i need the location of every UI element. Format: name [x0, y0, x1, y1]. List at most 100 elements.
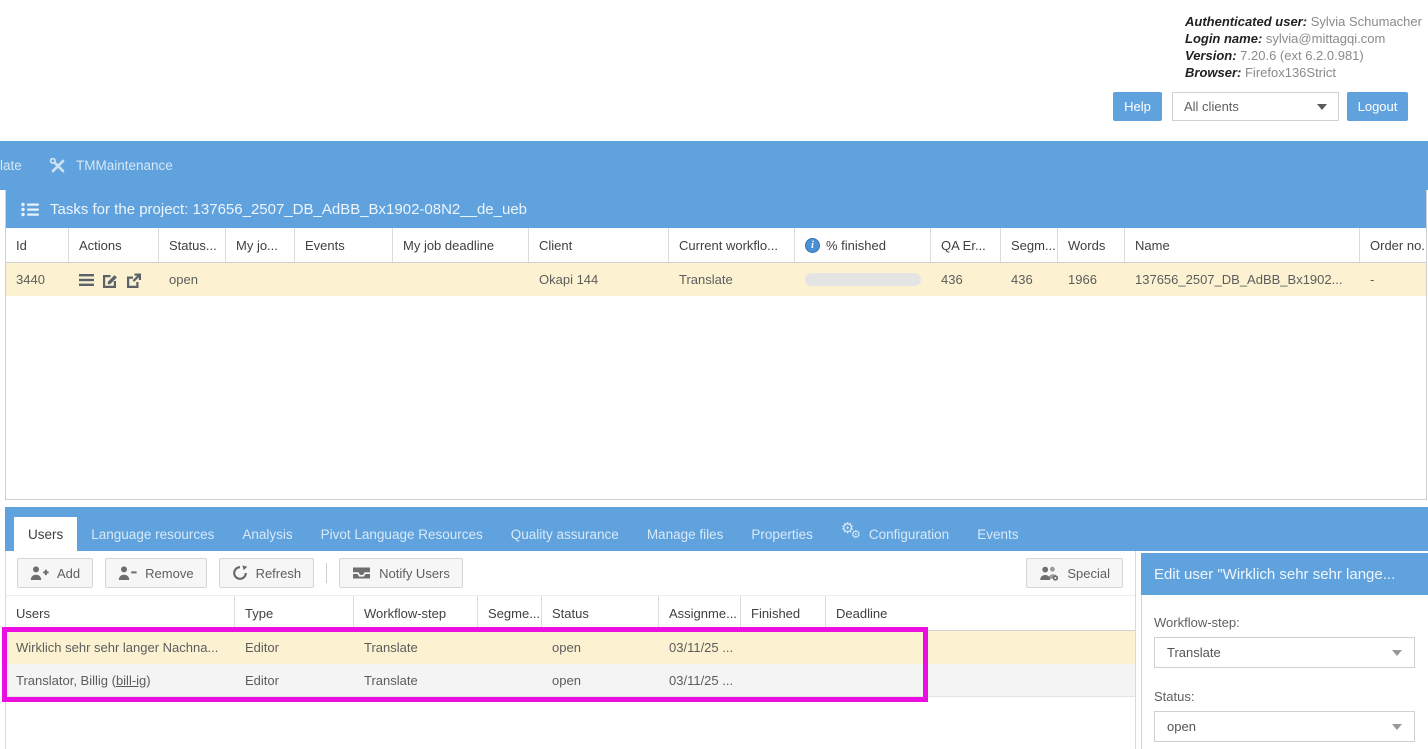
add-user-button[interactable]: Add — [17, 558, 93, 588]
column-header-type[interactable]: Type — [235, 596, 354, 630]
column-header-words[interactable]: Words — [1058, 228, 1125, 262]
user-add-icon — [30, 566, 49, 581]
column-header-assignment[interactable]: Assignme... — [659, 596, 741, 630]
notify-mail-icon — [352, 566, 371, 580]
user-segment-range-cell — [478, 664, 542, 696]
user-finished-cell — [741, 664, 826, 696]
column-header-name[interactable]: Name — [1125, 228, 1360, 262]
tab-manage-files[interactable]: Manage files — [633, 517, 738, 551]
tab-configuration[interactable]: ⚙⚙ Configuration — [827, 517, 963, 551]
user-row[interactable]: Translator, Billig (bill-ig) Editor Tran… — [6, 664, 1135, 697]
user-segment-range-cell — [478, 631, 542, 664]
chevron-down-icon — [1392, 650, 1402, 656]
login-name-value: sylvia@mittagqi.com — [1266, 31, 1385, 46]
workflow-step-value: Translate — [1167, 645, 1221, 660]
workflow-step-label: Workflow-step: — [1154, 615, 1240, 630]
column-header-percent-finished[interactable]: i % finished — [795, 228, 931, 262]
tab-users[interactable]: Users — [14, 517, 77, 551]
column-header-workflow-step[interactable]: Workflow-step — [354, 596, 478, 630]
tab-language-resources[interactable]: Language resources — [77, 517, 228, 551]
column-header-actions[interactable]: Actions — [69, 228, 159, 262]
menu-item-truncated-label: late — [0, 158, 22, 173]
user-login-link[interactable]: bill-ig — [116, 673, 146, 688]
user-type-cell: Editor — [235, 631, 354, 664]
refresh-button[interactable]: Refresh — [219, 558, 315, 588]
column-header-users[interactable]: Users — [6, 596, 235, 630]
tab-quality-assurance[interactable]: Quality assurance — [497, 517, 633, 551]
status-label: Status: — [1154, 689, 1415, 704]
logout-button[interactable]: Logout — [1347, 92, 1408, 121]
user-workflow-step-cell: Translate — [354, 631, 478, 664]
tab-events[interactable]: Events — [963, 517, 1032, 551]
users-group-gear-icon — [1039, 566, 1059, 581]
tools-icon — [48, 156, 68, 176]
session-browser-line: Browser: Firefox136Strict — [1185, 64, 1422, 81]
task-status-cell: open — [159, 263, 226, 296]
notify-users-button[interactable]: Notify Users — [339, 558, 463, 588]
tab-pivot-language-resources[interactable]: Pivot Language Resources — [307, 517, 497, 551]
finished-progress-bar — [805, 273, 921, 286]
column-header-id[interactable]: Id — [6, 228, 69, 262]
menu-item-tmmaintenance[interactable]: TMMaintenance — [48, 141, 173, 190]
column-header-finished[interactable]: Finished — [741, 596, 826, 630]
browser-value: Firefox136Strict — [1245, 65, 1336, 80]
user-remove-icon — [118, 566, 137, 581]
user-status-cell: open — [542, 664, 659, 696]
task-name-cell: 137656_2507_DB_AdBB_Bx1902... — [1125, 263, 1360, 296]
column-header-user-status[interactable]: Status — [542, 596, 659, 630]
user-type-cell: Editor — [235, 664, 354, 696]
column-header-segment-range[interactable]: Segme... — [478, 596, 542, 630]
column-header-my-job[interactable]: My jo... — [226, 228, 295, 262]
column-header-client[interactable]: Client — [529, 228, 669, 262]
user-name-cell: Wirklich sehr sehr langer Nachna... — [6, 631, 235, 664]
column-header-current-workflow[interactable]: Current workflo... — [669, 228, 795, 262]
column-header-segments[interactable]: Segm... — [1001, 228, 1058, 262]
tab-properties[interactable]: Properties — [737, 517, 827, 551]
task-actions-cell — [69, 263, 159, 296]
refresh-icon — [232, 565, 248, 581]
task-row[interactable]: 3440 open Okapi 144 Translate 4 — [6, 263, 1426, 296]
user-deadline-cell — [826, 664, 1135, 696]
column-header-my-job-deadline[interactable]: My job deadline — [393, 228, 529, 262]
column-header-status[interactable]: Status... — [159, 228, 226, 262]
tab-analysis[interactable]: Analysis — [228, 517, 306, 551]
user-status-cell: open — [542, 631, 659, 664]
user-assignment-cell: 03/11/25 ... — [659, 664, 741, 696]
user-assignment-cell: 03/11/25 ... — [659, 631, 741, 664]
session-auth-line: Authenticated user: Sylvia Schumacher — [1185, 13, 1422, 30]
task-id-cell: 3440 — [6, 263, 69, 296]
remove-user-button[interactable]: Remove — [105, 558, 206, 588]
auth-user-value: Sylvia Schumacher — [1311, 14, 1422, 29]
menu-item-truncated[interactable]: late — [0, 141, 22, 190]
info-icon: i — [805, 238, 820, 253]
task-open-external-icon[interactable] — [125, 272, 142, 288]
status-combo[interactable]: open — [1154, 711, 1415, 742]
workflow-step-combo[interactable]: Translate — [1154, 637, 1415, 668]
list-icon — [21, 202, 40, 217]
user-row-selected[interactable]: Wirklich sehr sehr langer Nachna... Edit… — [6, 631, 1135, 664]
users-grid-header: Users Type Workflow-step Segme... Status… — [6, 595, 1135, 631]
column-header-order-no[interactable]: Order no. — [1360, 228, 1426, 262]
column-header-events[interactable]: Events — [295, 228, 393, 262]
gears-icon: ⚙⚙ — [841, 524, 864, 544]
task-percent-finished-cell — [795, 263, 931, 296]
task-menu-icon[interactable] — [79, 274, 94, 286]
app-root: Authenticated user: Sylvia Schumacher Lo… — [0, 0, 1428, 749]
task-qa-errors-cell: 436 — [931, 263, 1001, 296]
version-value: 7.20.6 (ext 6.2.0.981) — [1240, 48, 1364, 63]
client-filter-combo[interactable]: All clients — [1172, 92, 1339, 121]
users-tab-content: Add Remove Refresh — [5, 551, 1136, 749]
help-button[interactable]: Help — [1113, 92, 1162, 121]
edit-user-panel-title: Edit user "Wirklich sehr sehr lange... — [1141, 553, 1428, 595]
main-menu-bar: late TMMaintenance — [0, 141, 1428, 190]
session-info: Authenticated user: Sylvia Schumacher Lo… — [1185, 13, 1422, 81]
user-deadline-cell — [826, 631, 1135, 664]
task-edit-icon[interactable] — [101, 272, 118, 288]
special-button[interactable]: Special — [1026, 558, 1123, 588]
user-workflow-step-cell: Translate — [354, 664, 478, 696]
task-my-job-cell — [226, 263, 295, 296]
tasks-panel-header: Tasks for the project: 137656_2507_DB_Ad… — [6, 190, 1426, 228]
column-header-qa-errors[interactable]: QA Er... — [931, 228, 1001, 262]
column-header-deadline[interactable]: Deadline — [826, 596, 1135, 630]
tasks-panel-title: Tasks for the project: 137656_2507_DB_Ad… — [50, 201, 527, 218]
